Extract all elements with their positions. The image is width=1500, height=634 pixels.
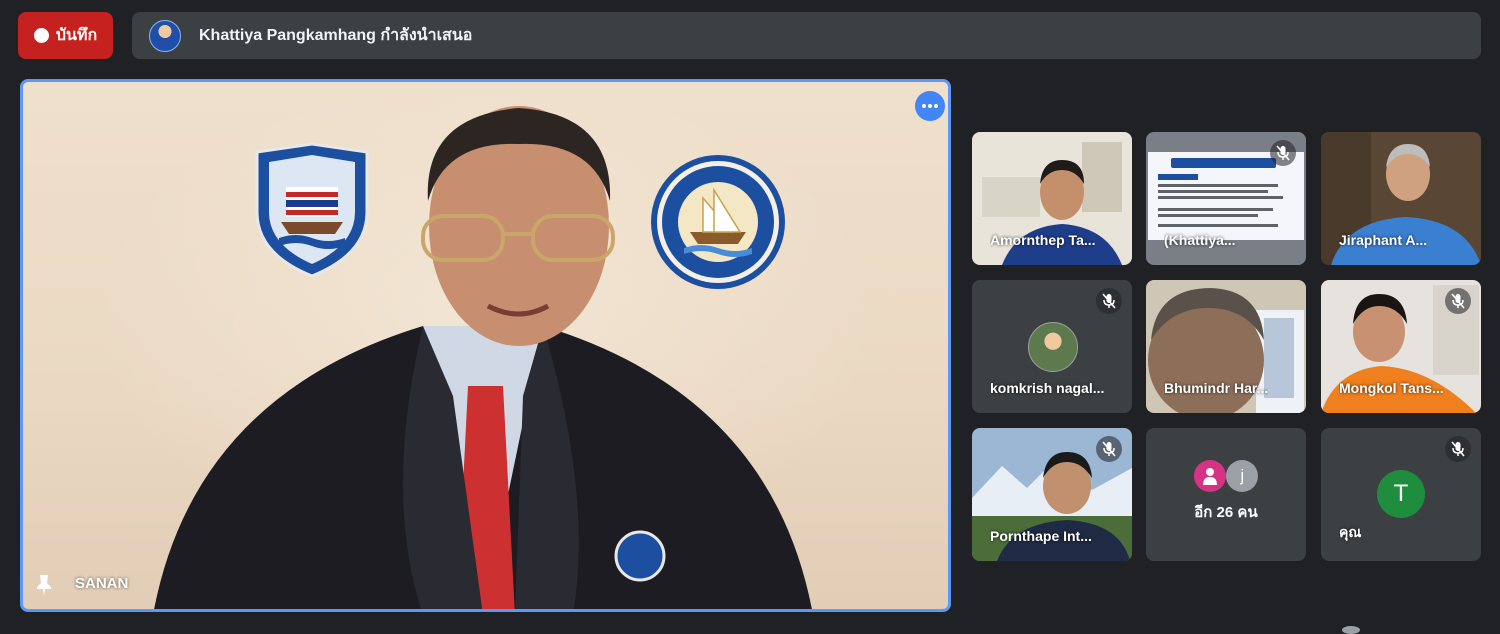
participant-name: Pornthape Int... bbox=[990, 528, 1092, 544]
record-dot-icon bbox=[33, 28, 49, 43]
mic-off-indicator bbox=[1096, 436, 1122, 462]
participant-name: (Khattiya... bbox=[1164, 232, 1236, 248]
more-participants-tile[interactable]: j อีก 26 คน bbox=[1146, 428, 1306, 561]
record-button[interactable]: บันทึก bbox=[18, 12, 113, 59]
pin-icon[interactable] bbox=[36, 573, 52, 597]
more-options-icon bbox=[922, 104, 938, 108]
participant-name: Mongkol Tans... bbox=[1339, 380, 1444, 396]
more-participants-count: อีก 26 คน bbox=[1194, 504, 1258, 521]
participant-tile-khattiya[interactable]: (Khattiya... bbox=[1146, 132, 1306, 265]
mic-off-indicator bbox=[1445, 436, 1471, 462]
self-avatar: T bbox=[1377, 470, 1425, 518]
participant-tile-pornthape[interactable]: Pornthape Int... bbox=[972, 428, 1132, 561]
participant-tile-komkrish[interactable]: komkrish nagal... bbox=[972, 280, 1132, 413]
mic-off-icon bbox=[1451, 441, 1465, 457]
participant-name: Amornthep Ta... bbox=[990, 232, 1096, 248]
presenter-text: Khattiya Pangkamhang กำลังนำเสนอ bbox=[199, 27, 473, 44]
mic-off-icon bbox=[1451, 293, 1465, 309]
scroll-indicator[interactable] bbox=[1342, 626, 1360, 634]
mic-off-indicator bbox=[1096, 288, 1122, 314]
person-avatar-icon bbox=[1193, 460, 1226, 492]
participant-name: คุณ bbox=[1339, 524, 1362, 540]
participant-name: komkrish nagal... bbox=[990, 380, 1105, 396]
more-participants-group: j อีก 26 คน bbox=[1146, 460, 1306, 524]
participant-name: Bhumindr Har... bbox=[1164, 380, 1269, 396]
speaker-video bbox=[154, 106, 812, 609]
participant-name: Jiraphant A... bbox=[1339, 232, 1428, 248]
mic-off-icon bbox=[1276, 145, 1290, 161]
mic-off-indicator bbox=[1270, 140, 1296, 166]
presenter-banner[interactable]: Khattiya Pangkamhang กำลังนำเสนอ bbox=[132, 12, 1481, 59]
participant-tile-bhumindr[interactable]: Bhumindr Har... bbox=[1146, 280, 1306, 413]
record-label: บันทึก bbox=[55, 27, 98, 44]
participant-tile-jiraphant[interactable]: Jiraphant A... bbox=[1321, 132, 1481, 265]
mic-off-indicator bbox=[1445, 288, 1471, 314]
main-speaker-name: SANAN bbox=[75, 575, 129, 592]
more-options-button[interactable] bbox=[915, 91, 945, 121]
participant-avatar bbox=[1028, 322, 1078, 372]
mic-off-icon bbox=[1102, 293, 1116, 309]
presenter-avatar bbox=[149, 19, 181, 52]
participant-tile-amornthep[interactable]: Amornthep Ta... bbox=[972, 132, 1132, 265]
mic-off-icon bbox=[1102, 441, 1116, 457]
participant-initial-avatar: j bbox=[1226, 460, 1259, 492]
participant-tile-mongkol[interactable]: Mongkol Tans... bbox=[1321, 280, 1481, 413]
self-tile[interactable]: T คุณ bbox=[1321, 428, 1481, 561]
main-speaker-tile[interactable]: SANAN bbox=[20, 79, 951, 612]
